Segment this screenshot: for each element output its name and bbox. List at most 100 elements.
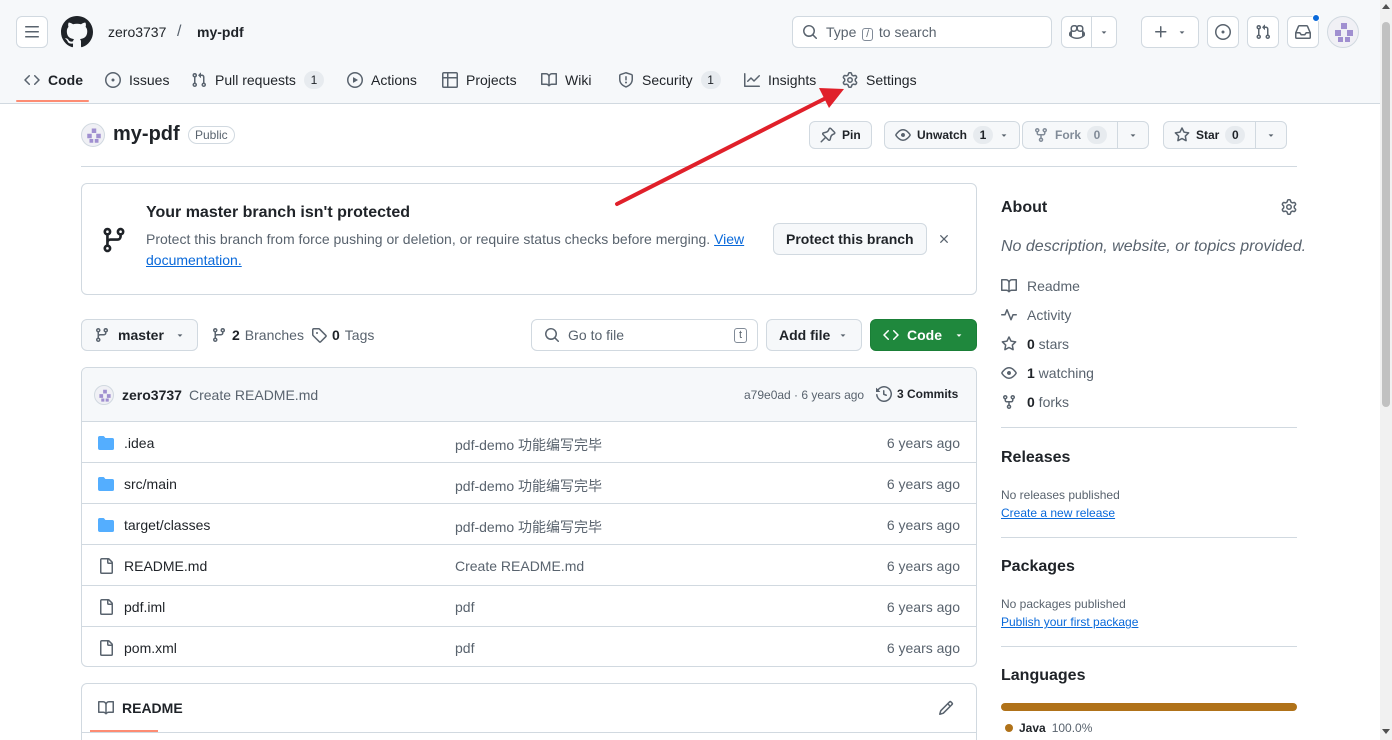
breadcrumb-repo[interactable]: my-pdf bbox=[197, 24, 244, 40]
file-name[interactable]: pom.xml bbox=[124, 640, 177, 656]
chevron-down-icon bbox=[1001, 134, 1007, 137]
tab-projects[interactable]: Projects bbox=[434, 64, 525, 96]
readme-tab[interactable]: README bbox=[98, 700, 183, 716]
watch-button[interactable]: Unwatch 1 bbox=[884, 121, 1021, 149]
file-commit-message[interactable]: pdf-demo 功能编写完毕 bbox=[455, 476, 602, 496]
file-commit-message[interactable]: Create README.md bbox=[455, 558, 584, 574]
active-tab-underline bbox=[16, 100, 89, 102]
scrollbar-thumb[interactable] bbox=[1382, 22, 1390, 407]
book-icon bbox=[541, 72, 557, 87]
breadcrumb-owner[interactable]: zero3737 bbox=[108, 24, 166, 40]
table-row[interactable]: pom.xml pdf 6 years ago bbox=[82, 627, 976, 666]
scrollbar[interactable] bbox=[1380, 0, 1392, 740]
tab-actions[interactable]: Actions bbox=[339, 64, 425, 96]
unwatch-label: Unwatch bbox=[917, 128, 968, 142]
file-commit-message[interactable]: pdf bbox=[455, 599, 474, 615]
tab-wiki[interactable]: Wiki bbox=[533, 64, 599, 96]
close-icon[interactable] bbox=[937, 232, 951, 246]
table-row[interactable]: README.md Create README.md 6 years ago bbox=[82, 545, 976, 586]
commits-link[interactable]: 3 Commits bbox=[876, 386, 958, 402]
chevron-down-icon bbox=[1101, 31, 1107, 34]
about-heading: About bbox=[1001, 199, 1048, 216]
releases-text: No releases published bbox=[1001, 488, 1120, 502]
tags-link[interactable]: 0 Tags bbox=[311, 327, 374, 343]
commit-author[interactable]: zero3737 bbox=[122, 387, 182, 403]
tab-code[interactable]: Code bbox=[16, 64, 91, 96]
create-new-button[interactable] bbox=[1141, 16, 1199, 48]
commit-message[interactable]: Create README.md bbox=[189, 387, 318, 403]
view-docs-link-part1[interactable]: View bbox=[714, 231, 744, 247]
publish-package-link[interactable]: Publish your first package bbox=[1001, 615, 1138, 629]
repo-title[interactable]: my-pdf bbox=[113, 123, 180, 146]
add-file-label: Add file bbox=[779, 327, 831, 343]
sidebar-divider bbox=[1001, 537, 1297, 538]
user-avatar[interactable] bbox=[1327, 16, 1359, 48]
repo-owner-avatar[interactable] bbox=[81, 123, 105, 147]
banner-description: Protect this branch from force pushing o… bbox=[146, 231, 711, 247]
star-dropdown[interactable] bbox=[1256, 122, 1286, 148]
copilot-icon bbox=[1068, 24, 1085, 40]
view-docs-link-part2[interactable]: documentation. bbox=[146, 252, 242, 268]
language-name: Java bbox=[1019, 721, 1046, 735]
go-to-file-input[interactable]: Go to file t bbox=[531, 319, 758, 351]
releases-heading[interactable]: Releases bbox=[1001, 449, 1070, 467]
chevron-down-icon bbox=[1130, 134, 1136, 137]
search-suffix: to search bbox=[878, 23, 937, 40]
table-row[interactable]: .idea pdf-demo 功能编写完毕 6 years ago bbox=[82, 422, 976, 463]
file-name[interactable]: src/main bbox=[124, 476, 177, 492]
languages-heading: Languages bbox=[1001, 667, 1086, 684]
copilot-button[interactable] bbox=[1061, 16, 1117, 48]
forks-link[interactable]: 0 forks bbox=[1001, 394, 1069, 410]
activity-link[interactable]: Activity bbox=[1001, 307, 1071, 323]
file-commit-message[interactable]: pdf bbox=[455, 640, 474, 656]
pull-requests-button[interactable] bbox=[1247, 16, 1279, 48]
file-commit-message[interactable]: pdf-demo 功能编写完毕 bbox=[455, 435, 602, 455]
create-release-link[interactable]: Create a new release bbox=[1001, 506, 1115, 520]
table-row[interactable]: pdf.iml pdf 6 years ago bbox=[82, 586, 976, 627]
watching-link[interactable]: 1 watching bbox=[1001, 365, 1094, 381]
protect-branch-button[interactable]: Protect this branch bbox=[773, 223, 927, 255]
pencil-icon[interactable] bbox=[938, 700, 954, 716]
file-age: 6 years ago bbox=[886, 558, 960, 574]
file-name[interactable]: .idea bbox=[124, 435, 154, 451]
eye-icon bbox=[895, 129, 911, 141]
file-name[interactable]: pdf.iml bbox=[124, 599, 165, 615]
commit-author-avatar[interactable] bbox=[94, 385, 114, 405]
github-logo-icon[interactable] bbox=[61, 16, 93, 48]
file-name[interactable]: README.md bbox=[124, 558, 207, 574]
readme-link[interactable]: Readme bbox=[1001, 278, 1080, 294]
search-input[interactable]: Type / to search bbox=[792, 16, 1052, 48]
fork-dropdown[interactable] bbox=[1118, 122, 1148, 148]
divider bbox=[1127, 30, 1128, 36]
readme-title: README bbox=[122, 700, 183, 716]
file-commit-message[interactable]: pdf-demo 功能编写完毕 bbox=[455, 517, 602, 537]
tab-pull-requests[interactable]: Pull requests 1 bbox=[183, 64, 332, 96]
star-count: 0 bbox=[1225, 126, 1246, 144]
scroll-down-arrow[interactable] bbox=[1382, 729, 1390, 734]
table-row[interactable]: src/main pdf-demo 功能编写完毕 6 years ago bbox=[82, 463, 976, 504]
add-file-button[interactable]: Add file bbox=[766, 319, 862, 351]
readme-panel: README bbox=[81, 683, 977, 740]
scroll-up-arrow[interactable] bbox=[1382, 4, 1390, 9]
folder-icon bbox=[98, 518, 114, 532]
language-item[interactable]: Java 100.0% bbox=[1005, 721, 1092, 735]
star-label: Star bbox=[1196, 128, 1220, 142]
packages-heading[interactable]: Packages bbox=[1001, 558, 1075, 576]
file-name[interactable]: target/classes bbox=[124, 517, 210, 533]
stars-link[interactable]: 0 stars bbox=[1001, 336, 1069, 352]
chevron-down-icon bbox=[841, 334, 846, 337]
tab-issues[interactable]: Issues bbox=[97, 64, 177, 96]
stars-count: 0 bbox=[1027, 336, 1035, 352]
table-row[interactable]: target/classes pdf-demo 功能编写完毕 6 years a… bbox=[82, 504, 976, 545]
star-button[interactable]: Star 0 bbox=[1163, 121, 1288, 149]
issues-button[interactable] bbox=[1207, 16, 1239, 48]
gear-icon[interactable] bbox=[1281, 199, 1297, 215]
language-percent: 100.0% bbox=[1051, 721, 1093, 735]
sidebar-divider bbox=[1001, 427, 1297, 428]
branch-select[interactable]: master bbox=[81, 319, 198, 351]
fork-button[interactable]: Fork 0 bbox=[1022, 121, 1150, 149]
code-button[interactable]: Code bbox=[870, 319, 977, 351]
commit-meta[interactable]: a79e0ad · 6 years ago bbox=[744, 388, 864, 402]
branches-link[interactable]: 2 Branches bbox=[211, 327, 304, 343]
menu-button[interactable] bbox=[16, 16, 48, 48]
